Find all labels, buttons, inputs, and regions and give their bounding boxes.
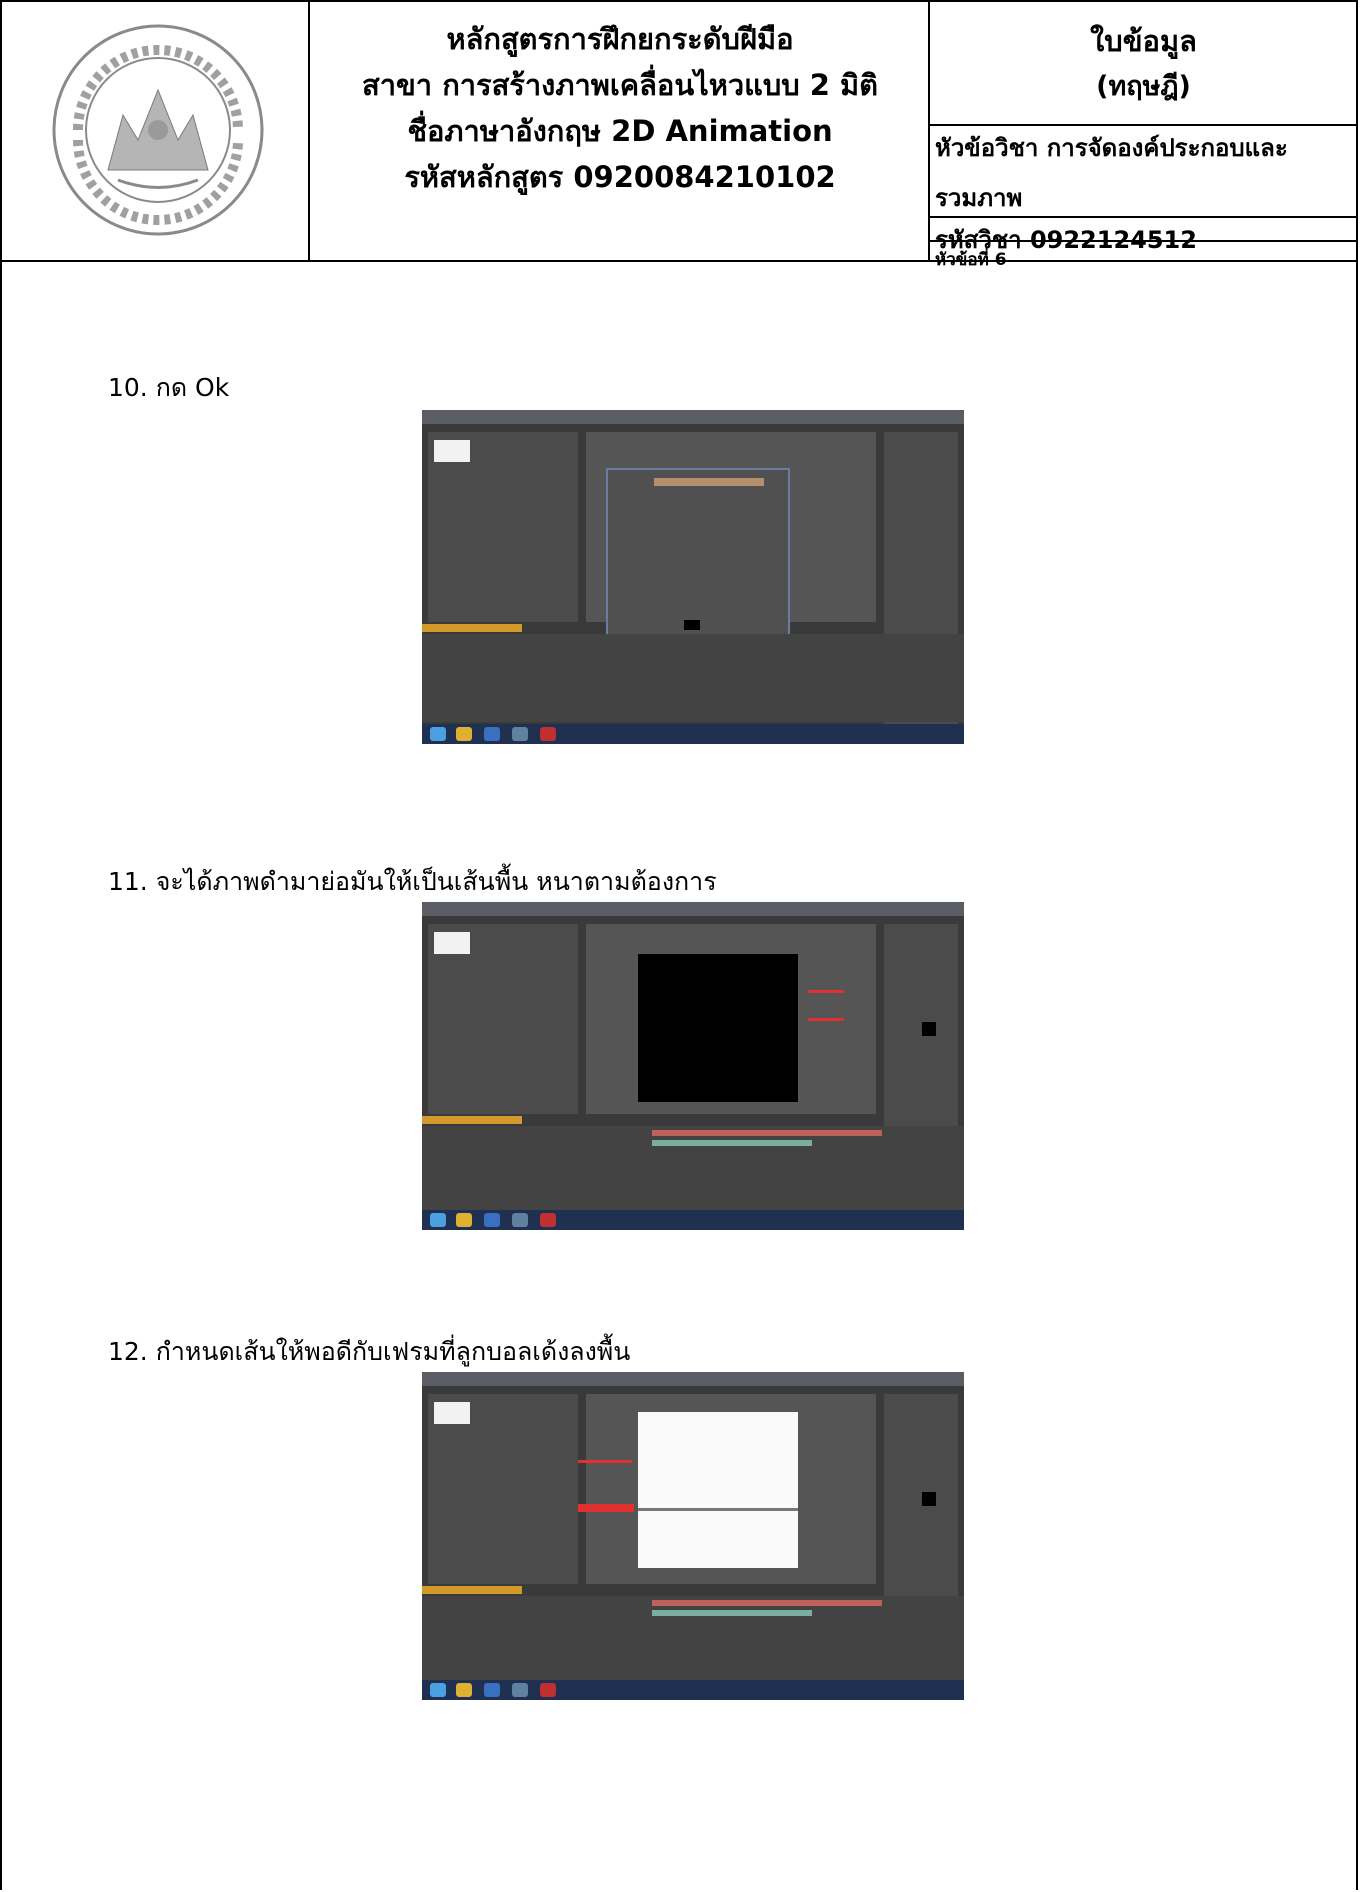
header-divider-left	[308, 0, 310, 262]
doc-type-title: ใบข้อมูล	[1090, 24, 1197, 58]
department-seal-logo	[52, 24, 264, 236]
step-11-screenshot	[422, 902, 964, 1230]
doc-type-subtitle: (ทฤษฎี)	[1096, 71, 1191, 102]
course-english-name: ชื่อภาษาอังกฤษ 2D Animation	[407, 114, 833, 148]
course-branch-line: สาขา การสร้างภาพเคลื่อนไหวแบบ 2 มิติ	[362, 68, 878, 102]
step-12-label: 12. กำหนดเส้นให้พอดีกับเฟรมที่ลูกบอลเด้ง…	[108, 1337, 631, 1366]
step-10-label: 10. กด Ok	[108, 373, 230, 402]
step-12-screenshot	[422, 1372, 964, 1700]
ground-line	[638, 1508, 798, 1511]
course-title-line-1: หลักสูตรการฝึกยกระดับฝีมือ	[446, 22, 794, 56]
right-cell-divider-1	[928, 124, 1358, 126]
white-composition-frame	[638, 1412, 798, 1568]
header-divider-right	[928, 0, 930, 262]
step-11-label: 11. จะได้ภาพดำมาย่อมันให้เป็นเส้นพื้น หน…	[108, 867, 717, 896]
topic-number: หัวข้อที่ 6	[935, 250, 1007, 270]
header-top-border	[0, 0, 1358, 2]
subject-line-1: หัวข้อวิชา การจัดองค์ประกอบและ	[935, 134, 1288, 162]
step-10-screenshot	[422, 410, 964, 744]
black-solid-layer	[638, 954, 798, 1102]
subject-line-2: รวมภาพ	[935, 184, 1023, 212]
course-code: รหัสหลักสูตร 0920084210102	[404, 160, 836, 194]
